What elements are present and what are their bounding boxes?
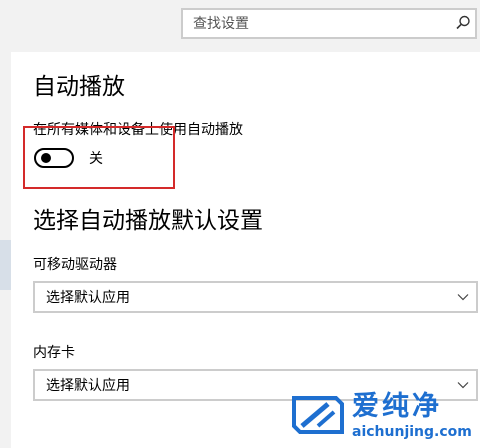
removable-drive-label: 可移动驱动器 — [33, 257, 117, 273]
autoplay-toggle-label: 在所有媒体和设备上使用自动播放 — [33, 122, 243, 138]
chevron-down-icon — [457, 294, 469, 301]
watermark-url: aichunjing.com — [352, 424, 472, 440]
header-band: 查找设置 — [0, 0, 480, 52]
watermark: 爱纯净 aichunjing.com — [276, 384, 480, 448]
removable-drive-dropdown[interactable]: 选择默认应用 — [33, 281, 478, 313]
watermark-name: 爱纯净 — [352, 391, 442, 422]
settings-page: 查找设置 自动播放 在所有媒体和设备上使用自动播放 关 选择自动播放默认设置 可… — [0, 0, 480, 448]
search-input[interactable]: 查找设置 — [181, 8, 477, 39]
removable-drive-value: 选择默认应用 — [46, 290, 130, 306]
toggle-knob — [41, 153, 51, 163]
watermark-logo-icon — [292, 396, 344, 434]
navigation-indicator — [0, 240, 11, 290]
memory-card-label: 内存卡 — [33, 345, 75, 361]
autoplay-title: 自动播放 — [33, 74, 125, 100]
toggle-state-text: 关 — [89, 151, 103, 167]
memory-card-value: 选择默认应用 — [46, 378, 130, 394]
search-icon[interactable] — [454, 14, 472, 32]
autoplay-toggle[interactable] — [34, 148, 74, 168]
autoplay-defaults-title: 选择自动播放默认设置 — [33, 208, 263, 234]
search-placeholder: 查找设置 — [193, 16, 249, 32]
